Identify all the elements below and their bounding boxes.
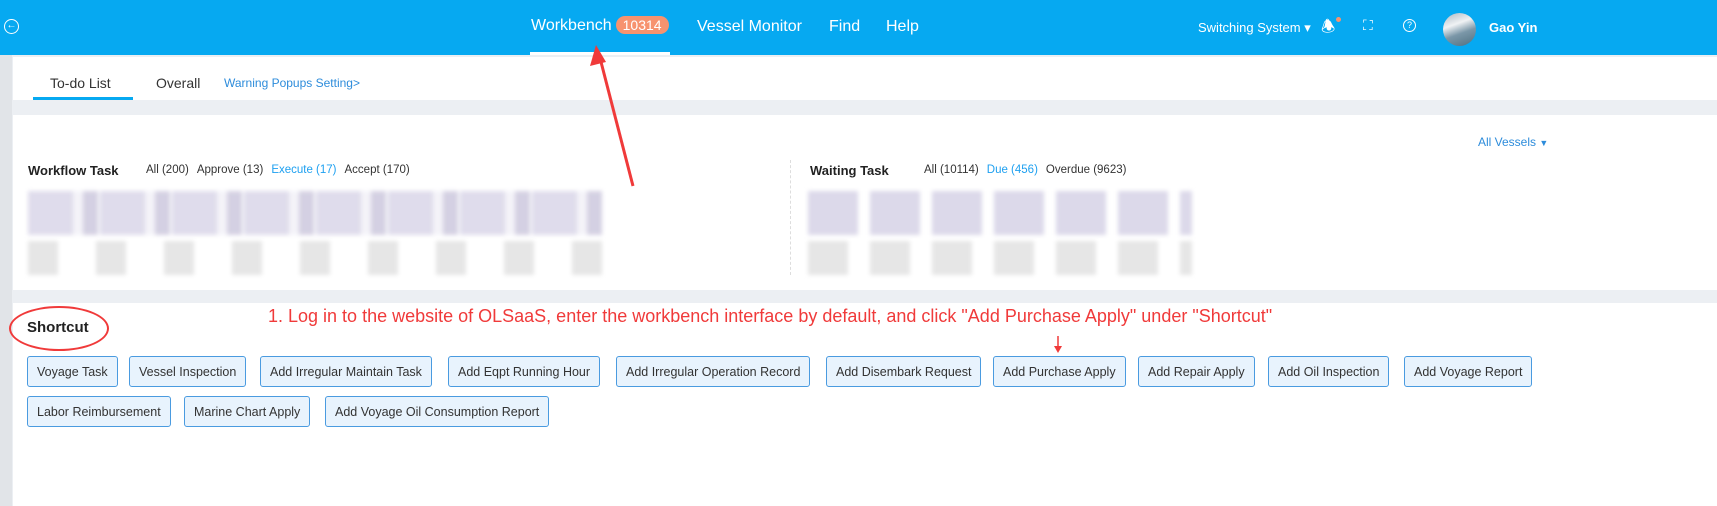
arrow-head xyxy=(590,45,606,66)
arrow-head xyxy=(1054,346,1062,353)
red-arrow xyxy=(598,57,635,187)
annotation-arrows xyxy=(590,45,1062,353)
